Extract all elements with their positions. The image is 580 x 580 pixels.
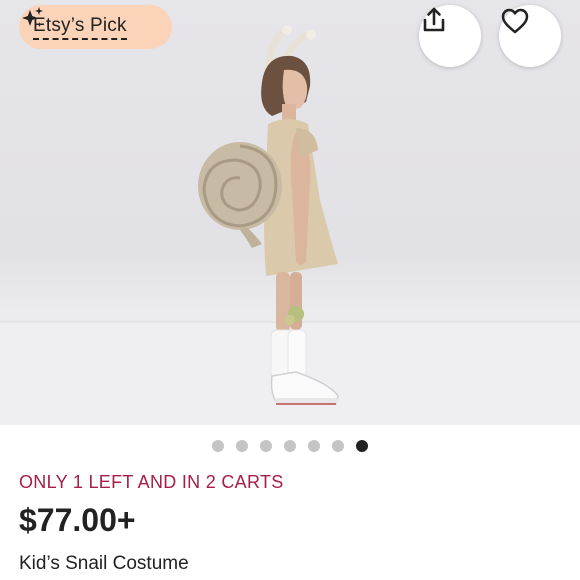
photo-illustration	[0, 24, 580, 425]
carousel-dot[interactable]	[260, 440, 272, 452]
scarcity-notice: ONLY 1 LEFT AND IN 2 CARTS	[19, 472, 284, 492]
heart-icon	[501, 8, 529, 34]
sparkle-icon	[22, 7, 43, 27]
share-icon	[423, 7, 445, 32]
etsys-pick-label: Etsy’s Pick	[33, 15, 127, 40]
carousel-dot[interactable]	[308, 440, 320, 452]
listing-title[interactable]: Kid’s Snail Costume	[19, 553, 189, 575]
carousel-dots	[0, 440, 580, 454]
favorite-button[interactable]	[499, 5, 561, 67]
etsys-pick-badge[interactable]: Etsy’s Pick	[19, 5, 172, 49]
carousel-dot[interactable]	[356, 440, 368, 452]
carousel-dot[interactable]	[284, 440, 296, 452]
price: $77.00+	[19, 502, 136, 538]
share-button[interactable]	[419, 5, 481, 67]
carousel-dot[interactable]	[332, 440, 344, 452]
listing-screen: Etsy’s Pick ONLY 1 LEFT AND IN 2 CARTS $…	[0, 0, 580, 580]
product-photo[interactable]: Etsy’s Pick	[0, 0, 580, 425]
carousel-dot[interactable]	[236, 440, 248, 452]
carousel-dot[interactable]	[212, 440, 224, 452]
